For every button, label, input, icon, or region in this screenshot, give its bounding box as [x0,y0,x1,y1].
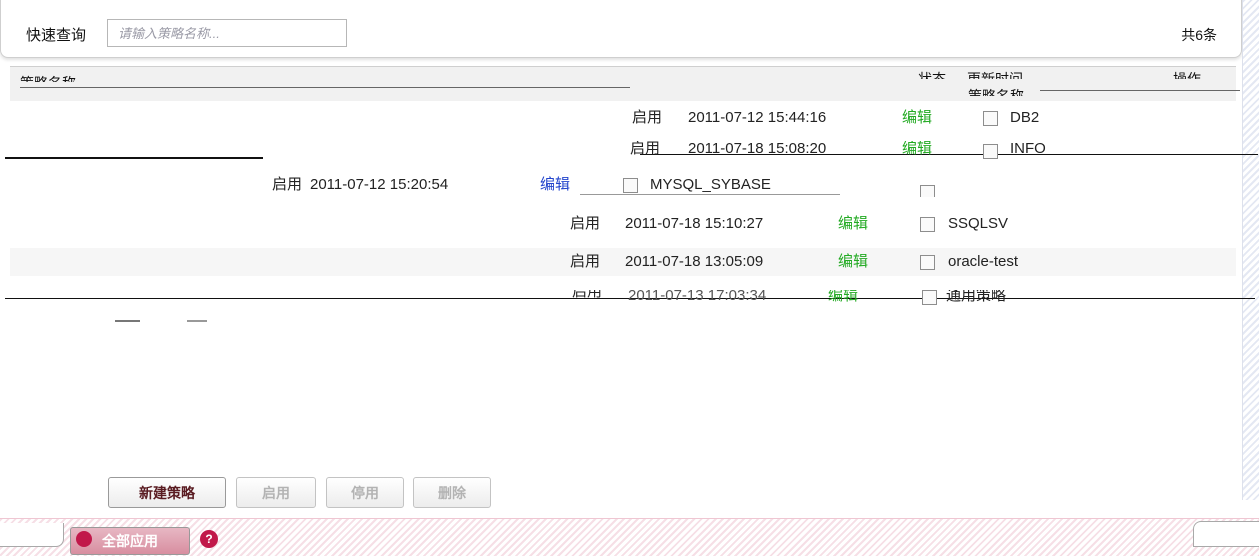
policy-option-label: SSQLSV [948,215,1009,232]
row-update-time: 2011-07-12 15:20:54 [310,176,449,193]
policy-option-label: oracle-test [948,253,1019,270]
enable-button[interactable]: 启用 [236,477,316,508]
row-edit-link[interactable]: 编辑 [838,210,868,238]
row-status: 启用 [570,253,601,270]
table-divider [187,320,207,322]
policy-checkbox[interactable] [920,255,935,270]
row-status: 启用 [572,290,603,300]
header-status: 状态 [918,71,946,79]
table-row[interactable]: 启用 2011-07-18 15:08:20 编辑 INFO [0,141,1236,159]
policy-checkbox[interactable] [623,178,638,193]
row-edit-link[interactable]: 编辑 [838,248,868,276]
policy-checkbox[interactable] [920,217,935,232]
quick-search-label: 快速查询 [26,27,87,44]
help-icon[interactable]: ? [200,530,218,548]
row-update-time: 2011-07-18 15:08:20 [688,141,827,157]
new-policy-button[interactable]: 新建策略 [108,477,226,508]
row-status: 启用 [630,141,661,157]
policy-checkbox[interactable] [920,185,935,197]
policy-option-label: INFO [1010,141,1046,157]
disable-button[interactable]: 停用 [326,477,404,508]
row-update-time: 2011-07-13 17:03:34 [628,290,767,304]
table-divider [1040,90,1240,91]
vertical-scrollbar[interactable] [1242,0,1259,500]
nav-next-tab[interactable] [1193,521,1259,547]
row-status: 启用 [570,215,601,232]
table-row[interactable]: 启用 2011-07-13 17:03:34 编辑 通用策略 [0,290,1236,310]
row-update-time: 2011-07-18 13:05:09 [625,253,764,270]
table-row[interactable]: 启用 2011-07-18 13:05:09 编辑 oracle-test [10,248,1236,276]
policy-checkbox[interactable] [983,111,998,126]
table-header: 策略名称 状态 更新时间 操作 [10,67,1236,101]
row-edit-link[interactable]: 编辑 [902,141,932,159]
row-update-time: 2011-07-18 15:10:27 [625,215,764,232]
row-edit-link[interactable]: 编辑 [902,104,932,132]
row-edit-link[interactable]: 编辑 [540,173,570,197]
row-status: 启用 [632,109,663,126]
policy-checkbox[interactable] [983,144,998,159]
table-divider [580,194,840,195]
total-count: 共6条 [1181,27,1217,43]
policy-option-label: 通用策略 [946,290,1007,304]
nav-prev-tab[interactable] [0,523,64,547]
policy-option-label: DB2 [1010,109,1040,126]
policy-search-input[interactable] [107,19,347,47]
header-update-time: 更新时间 [967,71,1023,79]
row-update-time: 2011-07-12 15:44:16 [688,109,827,126]
header-policy-overlay: 策略名称 [968,88,1024,96]
table-divider [20,87,630,88]
apply-status-icon [76,531,92,547]
header-policy-name: 策略名称 [20,73,76,82]
table-divider [115,320,140,322]
header-action: 操作 [1173,71,1201,79]
policy-checkbox[interactable] [922,290,937,305]
quick-search-panel: 快速查询 共6条 [0,0,1242,58]
table-row[interactable]: 启用 2011-07-12 15:44:16 编辑 DB2 [0,104,1236,132]
table-row[interactable]: 启用 2011-07-18 15:10:27 编辑 SSQLSV [0,210,1236,238]
delete-button[interactable]: 删除 [413,477,491,508]
row-status: 启用 [272,176,303,193]
bottom-toolbar: 全部应用 ? [0,518,1259,556]
row-edit-link[interactable]: 编辑 [828,290,858,310]
